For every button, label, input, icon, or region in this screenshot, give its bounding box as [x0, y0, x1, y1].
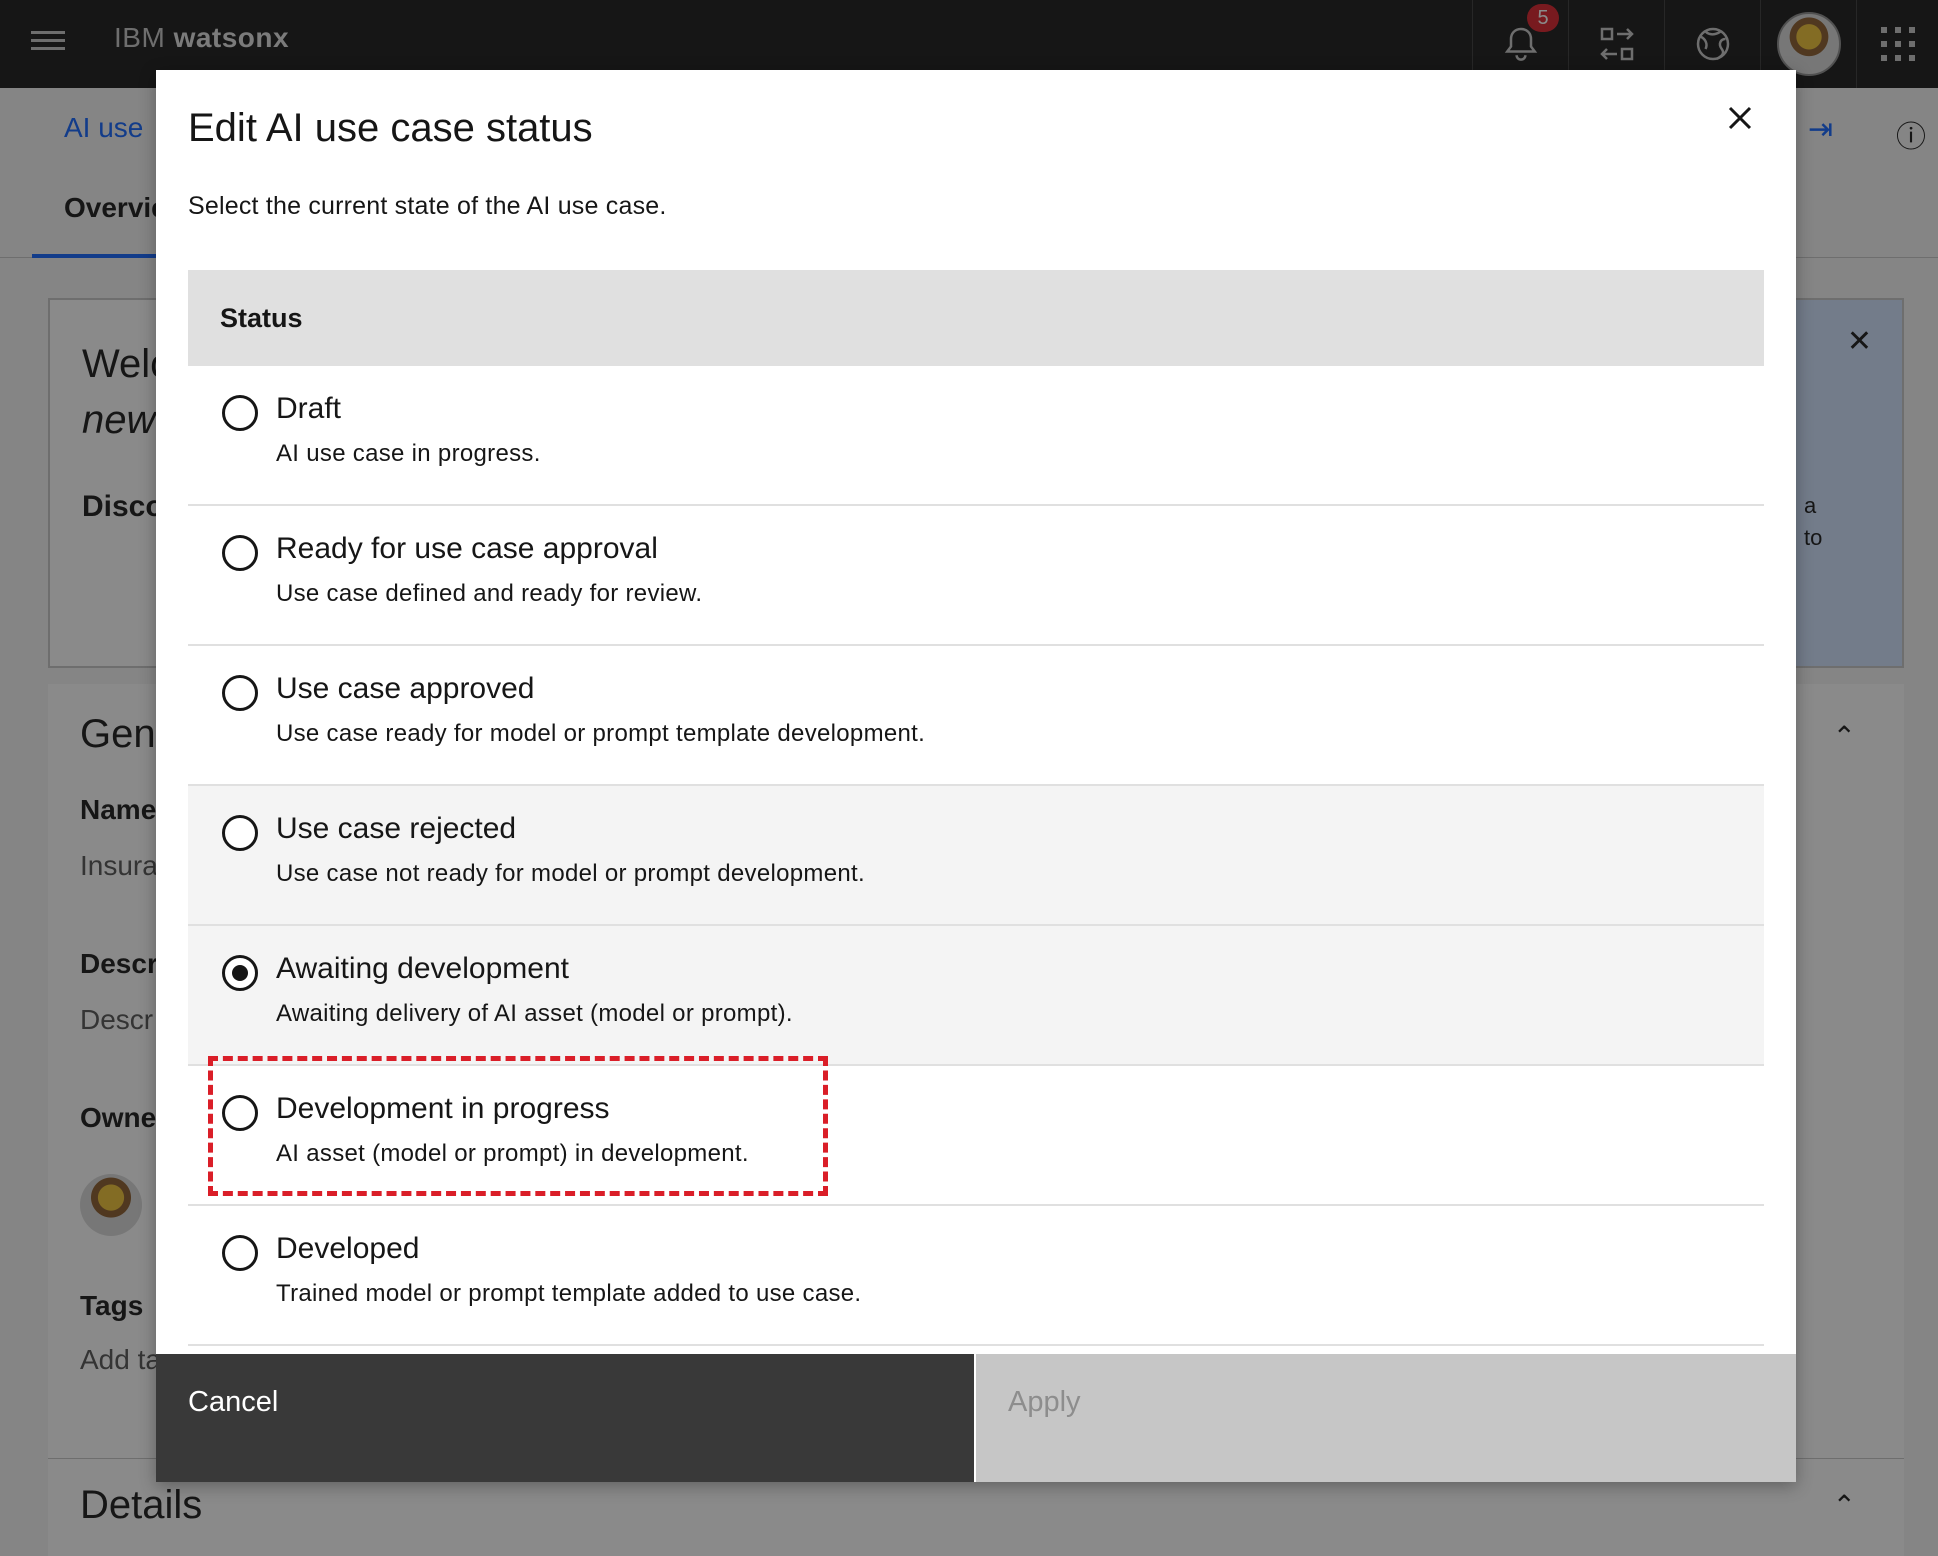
radio-button[interactable]: [222, 395, 258, 431]
status-option-development-in-progress[interactable]: Development in progress AI asset (model …: [188, 1066, 1764, 1206]
radio-button[interactable]: [222, 1095, 258, 1131]
modal-footer: Cancel Apply: [156, 1354, 1796, 1482]
option-description: Use case ready for model or prompt templ…: [276, 720, 926, 747]
option-label: Ready for use case approval: [276, 532, 658, 565]
status-option-draft[interactable]: Draft AI use case in progress.: [188, 366, 1764, 506]
option-label: Awaiting development: [276, 952, 569, 985]
option-description: Use case not ready for model or prompt d…: [276, 860, 865, 887]
radio-button[interactable]: [222, 675, 258, 711]
modal-description: Select the current state of the AI use c…: [188, 192, 667, 220]
option-description: Trained model or prompt template added t…: [276, 1280, 862, 1307]
close-button[interactable]: [1716, 94, 1764, 142]
status-option-approved[interactable]: Use case approved Use case ready for mod…: [188, 646, 1764, 786]
edit-status-modal: Edit AI use case status Select the curre…: [156, 70, 1796, 1482]
radio-button[interactable]: [222, 1235, 258, 1271]
status-table: Status Draft AI use case in progress. Re…: [188, 270, 1764, 1346]
apply-button[interactable]: Apply: [976, 1354, 1796, 1482]
modal-title: Edit AI use case status: [188, 106, 593, 150]
option-label: Use case approved: [276, 672, 535, 705]
status-option-ready-for-approval[interactable]: Ready for use case approval Use case def…: [188, 506, 1764, 646]
status-option-rejected[interactable]: Use case rejected Use case not ready for…: [188, 786, 1764, 926]
option-label: Developed: [276, 1232, 420, 1265]
cancel-button[interactable]: Cancel: [156, 1354, 976, 1482]
option-description: AI use case in progress.: [276, 440, 541, 467]
radio-button-selected[interactable]: [222, 955, 258, 991]
radio-button[interactable]: [222, 535, 258, 571]
option-label: Draft: [276, 392, 342, 425]
radio-button[interactable]: [222, 815, 258, 851]
close-icon: [1728, 106, 1752, 130]
option-description: Use case defined and ready for review.: [276, 580, 703, 607]
table-header: Status: [188, 270, 1764, 366]
status-option-awaiting-development[interactable]: Awaiting development Awaiting delivery o…: [188, 926, 1764, 1066]
option-description: Awaiting delivery of AI asset (model or …: [276, 1000, 793, 1027]
option-label: Use case rejected: [276, 812, 517, 845]
option-label: Development in progress: [276, 1092, 610, 1125]
status-option-developed[interactable]: Developed Trained model or prompt templa…: [188, 1206, 1764, 1346]
option-description: AI asset (model or prompt) in developmen…: [276, 1140, 749, 1167]
